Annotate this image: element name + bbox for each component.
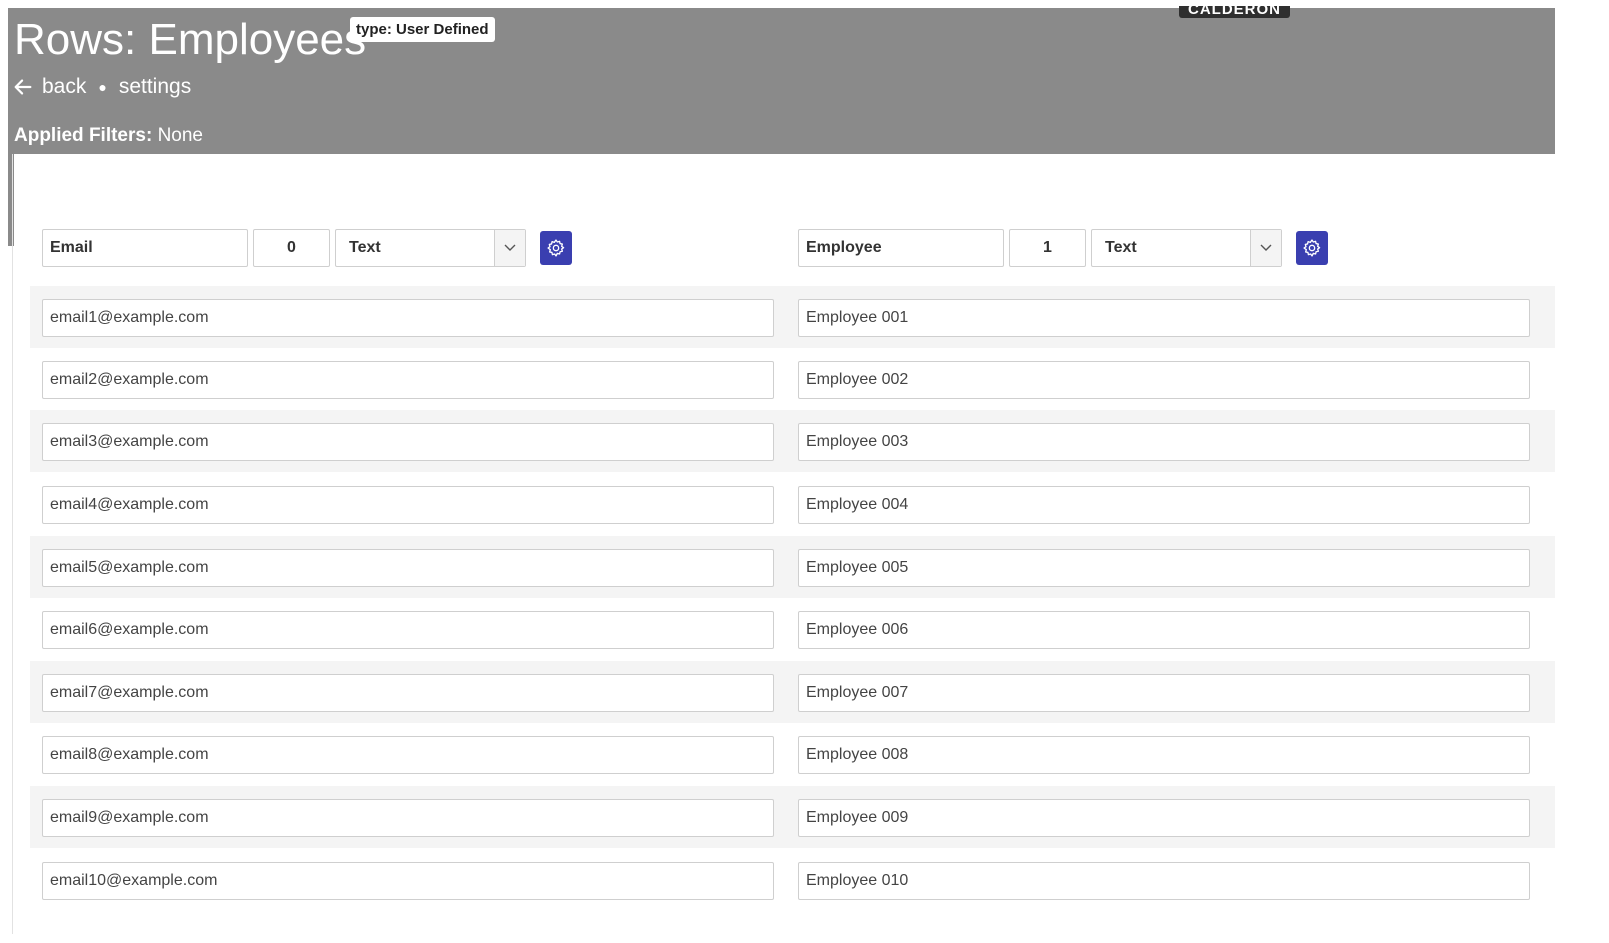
page-header: CALDERON Rows: Employees type: User Defi…	[8, 6, 1555, 154]
nav-separator: ●	[98, 79, 107, 95]
applied-filters: Applied Filters: None	[14, 125, 203, 147]
employee-cell-input[interactable]: Employee 003	[798, 423, 1530, 461]
employee-cell-input[interactable]: Employee 005	[798, 549, 1530, 587]
employee-cell-input[interactable]: Employee 008	[798, 736, 1530, 774]
type-badge: type: User Defined	[350, 17, 495, 42]
page-title: Rows: Employees	[14, 15, 367, 64]
applied-filters-label: Applied Filters:	[14, 125, 153, 146]
column-index-input[interactable]: 1	[1009, 229, 1086, 267]
email-cell-input[interactable]: email6@example.com	[42, 611, 774, 649]
table-row: email2@example.com Employee 002	[30, 348, 1555, 410]
column-name-input[interactable]: Email	[42, 229, 248, 267]
email-cell-input[interactable]: email10@example.com	[42, 862, 774, 900]
chevron-down-icon[interactable]	[1250, 230, 1281, 266]
column-type-value: Text	[1105, 239, 1137, 256]
table-row: email1@example.com Employee 001	[30, 286, 1555, 348]
email-cell-input[interactable]: email5@example.com	[42, 549, 774, 587]
email-cell-input[interactable]: email3@example.com	[42, 423, 774, 461]
applied-filters-value: None	[157, 125, 203, 146]
brand-tab: CALDERON	[1179, 6, 1290, 18]
back-arrow-icon[interactable]	[12, 76, 34, 98]
gear-icon	[547, 239, 565, 257]
settings-link[interactable]: settings	[119, 75, 191, 99]
table-row: email4@example.com Employee 004	[30, 473, 1555, 535]
email-cell-input[interactable]: email8@example.com	[42, 736, 774, 774]
gear-icon	[1303, 239, 1321, 257]
column-type-select[interactable]: Text	[1091, 229, 1282, 267]
column-type-select[interactable]: Text	[335, 229, 526, 267]
email-cell-input[interactable]: email7@example.com	[42, 674, 774, 712]
header-nav: back ● settings	[12, 72, 191, 102]
column-settings-button[interactable]	[540, 231, 572, 265]
table-row: email3@example.com Employee 003	[30, 410, 1555, 472]
email-cell-input[interactable]: email9@example.com	[42, 799, 774, 837]
column-type-value: Text	[349, 239, 381, 256]
employee-cell-input[interactable]: Employee 009	[798, 799, 1530, 837]
table-row: email7@example.com Employee 007	[30, 661, 1555, 723]
email-cell-input[interactable]: email2@example.com	[42, 361, 774, 399]
table-row: email10@example.com Employee 010	[30, 849, 1555, 911]
email-cell-input[interactable]: email4@example.com	[42, 486, 774, 524]
employee-cell-input[interactable]: Employee 001	[798, 299, 1530, 337]
table-row: email8@example.com Employee 008	[30, 723, 1555, 785]
employee-cell-input[interactable]: Employee 007	[798, 674, 1530, 712]
column-index-input[interactable]: 0	[253, 229, 330, 267]
employee-cell-input[interactable]: Employee 006	[798, 611, 1530, 649]
employee-cell-input[interactable]: Employee 010	[798, 862, 1530, 900]
table-row: email6@example.com Employee 006	[30, 598, 1555, 660]
content-divider	[12, 154, 13, 934]
table-row: email5@example.com Employee 005	[30, 536, 1555, 598]
column-header-employee: Employee 1 Text	[798, 229, 1328, 267]
column-header-email: Email 0 Text	[42, 229, 572, 267]
employee-cell-input[interactable]: Employee 004	[798, 486, 1530, 524]
chevron-down-icon[interactable]	[494, 230, 525, 266]
email-cell-input[interactable]: email1@example.com	[42, 299, 774, 337]
table-row: email9@example.com Employee 009	[30, 786, 1555, 848]
column-name-input[interactable]: Employee	[798, 229, 1004, 267]
scrollbar-thumb[interactable]	[8, 154, 14, 246]
employee-cell-input[interactable]: Employee 002	[798, 361, 1530, 399]
back-link[interactable]: back	[42, 75, 86, 99]
column-settings-button[interactable]	[1296, 231, 1328, 265]
